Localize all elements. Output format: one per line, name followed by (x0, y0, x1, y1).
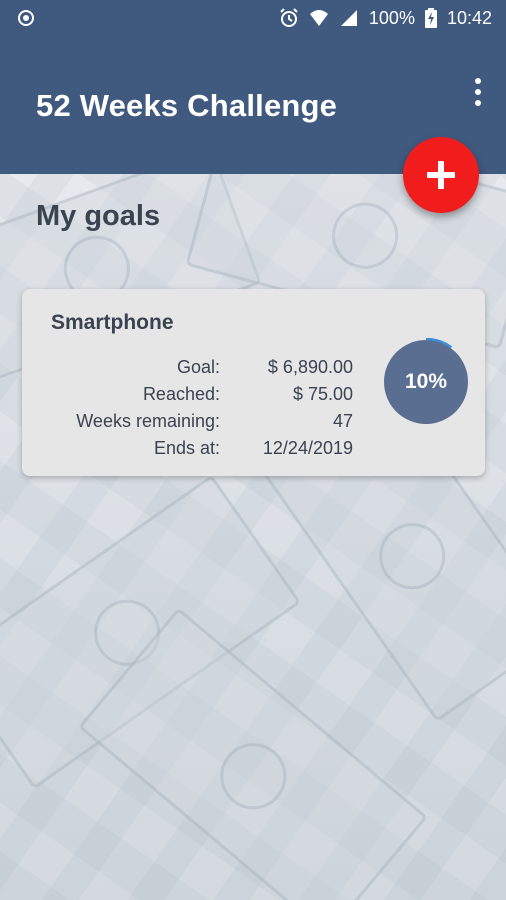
goal-card[interactable]: Smartphone Goal: $ 6,890.00 Reached: $ 7… (22, 289, 485, 476)
more-vert-icon (475, 78, 481, 84)
weeks-remaining-label: Weeks remaining: (76, 411, 220, 431)
reached-value: $ 75.00 (292, 384, 353, 404)
alarm-icon (280, 8, 298, 27)
reached-label: Reached: (142, 384, 220, 404)
progress-indicator: 10% (382, 337, 470, 426)
weeks-remaining-row: Weeks remaining: 47 (22, 409, 362, 436)
app-title: 52 Weeks Challenge (36, 88, 338, 123)
plus-icon (427, 161, 455, 189)
goal-value: $ 6,890.00 (267, 357, 353, 377)
money-background (0, 174, 506, 900)
progress-text: 10% (404, 370, 448, 393)
clock: 10:42 (446, 7, 492, 28)
more-vert-icon (475, 89, 481, 95)
reached-row: Reached: $ 75.00 (22, 382, 362, 409)
add-goal-button[interactable] (403, 137, 479, 213)
goal-row: Goal: $ 6,890.00 (22, 355, 362, 382)
battery-charging-icon (424, 8, 437, 28)
weeks-remaining-value: 47 (332, 411, 353, 431)
ends-at-row: Ends at: 12/24/2019 (22, 436, 362, 463)
goal-details: Goal: $ 6,890.00 Reached: $ 75.00 Weeks … (22, 355, 362, 463)
overflow-menu-button[interactable] (466, 74, 490, 110)
battery-percent: 100% (368, 7, 415, 28)
goal-label: Goal: (176, 357, 220, 377)
status-bar: 100% 10:42 (0, 0, 506, 36)
signal-icon (340, 10, 357, 26)
ends-at-label: Ends at: (153, 438, 220, 458)
section-title: My goals (36, 200, 161, 232)
ends-at-value: 12/24/2019 (262, 438, 353, 458)
more-vert-icon (475, 100, 481, 106)
location-icon (18, 10, 34, 26)
wifi-icon (309, 10, 328, 26)
goal-name: Smartphone (51, 311, 174, 334)
